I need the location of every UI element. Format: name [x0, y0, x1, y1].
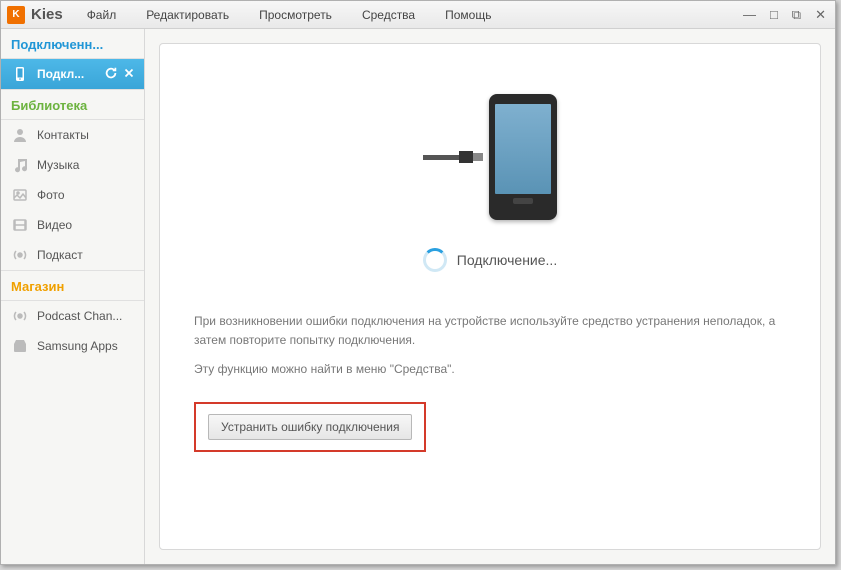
status-text: Подключение...: [457, 252, 557, 268]
sidebar-item-label: Контакты: [37, 128, 89, 142]
phone-icon: [11, 65, 29, 83]
sidebar-item-samsung-apps[interactable]: Samsung Apps: [1, 331, 144, 361]
sidebar-item-label: Samsung Apps: [37, 339, 118, 353]
sidebar-item-podcast-channel[interactable]: Podcast Chan...: [1, 301, 144, 331]
device-illustration: [423, 94, 557, 220]
sidebar-item-photo[interactable]: Фото: [1, 180, 144, 210]
apps-icon: [11, 337, 29, 355]
menu-edit[interactable]: Редактировать: [146, 8, 229, 22]
sidebar-header-library: Библиотека: [1, 89, 144, 120]
sidebar-item-video[interactable]: Видео: [1, 210, 144, 240]
sidebar-item-music[interactable]: Музыка: [1, 150, 144, 180]
window-controls: — □ ⧉ ✕: [740, 7, 829, 23]
maximize-button[interactable]: □: [767, 7, 781, 23]
sidebar-header-store: Магазин: [1, 270, 144, 301]
connection-panel: Подключение... При возникновении ошибки …: [159, 43, 821, 550]
sidebar-item-label: Фото: [37, 188, 65, 202]
fix-highlight: Устранить ошибку подключения: [194, 402, 426, 452]
photo-icon: [11, 186, 29, 204]
menu-tools[interactable]: Средства: [362, 8, 415, 22]
status-row: Подключение...: [423, 248, 557, 272]
sidebar-item-contacts[interactable]: Контакты: [1, 120, 144, 150]
menu-view[interactable]: Просмотреть: [259, 8, 332, 22]
sidebar: Подключенн... Подкл... Библиотека: [1, 29, 145, 564]
sidebar-item-label: Подкл...: [37, 67, 84, 81]
refresh-icon[interactable]: [104, 66, 118, 83]
minimize-button[interactable]: —: [740, 7, 759, 23]
body: Подключенн... Подкл... Библиотека: [1, 29, 835, 564]
sidebar-item-label: Видео: [37, 218, 72, 232]
main-menu: Файл Редактировать Просмотреть Средства …: [87, 8, 740, 22]
hint-text: При возникновении ошибки подключения на …: [160, 312, 820, 390]
fix-connection-button[interactable]: Устранить ошибку подключения: [208, 414, 412, 440]
music-icon: [11, 156, 29, 174]
spinner-icon: [423, 248, 447, 272]
disconnect-icon[interactable]: [122, 66, 136, 83]
sidebar-item-label: Музыка: [37, 158, 79, 172]
sidebar-item-podcast[interactable]: Подкаст: [1, 240, 144, 270]
hint-line-1: При возникновении ошибки подключения на …: [194, 312, 786, 350]
close-button[interactable]: ✕: [812, 7, 829, 23]
menu-file[interactable]: Файл: [87, 8, 117, 22]
contacts-icon: [11, 126, 29, 144]
titlebar: K Kies Файл Редактировать Просмотреть Ср…: [1, 1, 835, 29]
sidebar-item-label: Podcast Chan...: [37, 309, 122, 323]
sidebar-item-label: Подкаст: [37, 248, 83, 262]
sidebar-header-connected: Подключенн...: [1, 29, 144, 59]
usb-cable-icon: [423, 151, 483, 163]
app-logo-icon: K: [7, 6, 25, 24]
restore-button[interactable]: ⧉: [789, 7, 804, 23]
sidebar-item-device[interactable]: Подкл...: [1, 59, 144, 89]
menu-help[interactable]: Помощь: [445, 8, 491, 22]
video-icon: [11, 216, 29, 234]
podcast-channel-icon: [11, 307, 29, 325]
phone-illustration-icon: [489, 94, 557, 220]
app-window: K Kies Файл Редактировать Просмотреть Ср…: [0, 0, 836, 565]
hint-line-2: Эту функцию можно найти в меню "Средства…: [194, 360, 786, 379]
podcast-icon: [11, 246, 29, 264]
main-area: Подключение... При возникновении ошибки …: [145, 29, 835, 564]
app-name: Kies: [31, 6, 63, 23]
